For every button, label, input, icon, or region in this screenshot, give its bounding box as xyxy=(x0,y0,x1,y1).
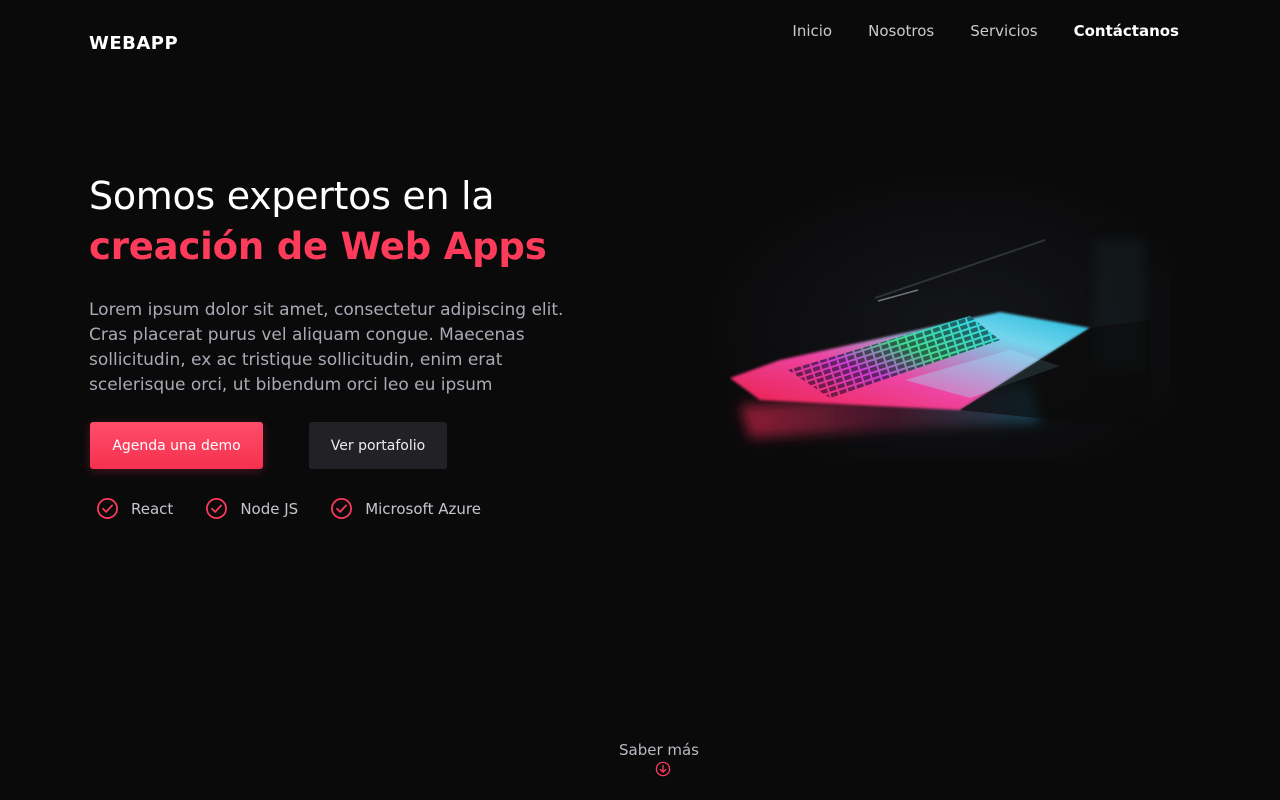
cta-buttons: Agenda una demo Ver portafolio xyxy=(90,422,447,469)
schedule-demo-button[interactable]: Agenda una demo xyxy=(90,422,263,469)
tech-label: Microsoft Azure xyxy=(365,499,481,518)
hero-title-highlight: creación de Web Apps xyxy=(89,225,547,268)
technology-list: React Node JS Microsoft Azure xyxy=(96,497,481,520)
check-circle-icon xyxy=(331,498,353,519)
check-circle-icon xyxy=(97,498,118,519)
learn-more-link[interactable]: Saber más xyxy=(0,740,1280,777)
nav-item-inicio[interactable]: Inicio xyxy=(792,21,832,41)
hero-section: Somos expertos en la creación de Web App… xyxy=(89,170,609,415)
hero-description: Lorem ipsum dolor sit amet, consectetur … xyxy=(89,300,564,395)
tech-label: Node JS xyxy=(240,499,299,518)
tech-item-nodejs: Node JS xyxy=(205,497,298,520)
tech-label: React xyxy=(131,499,174,518)
nav-item-servicios[interactable]: Servicios xyxy=(970,21,1037,41)
nav-item-contactanos[interactable]: Contáctanos xyxy=(1074,21,1179,41)
laptop-image xyxy=(700,170,1170,460)
tech-item-azure: Microsoft Azure xyxy=(330,497,481,520)
main-nav: Inicio Nosotros Servicios Contáctanos xyxy=(792,21,1179,41)
tech-item-react: React xyxy=(96,497,173,520)
view-portfolio-button[interactable]: Ver portafolio xyxy=(309,422,447,469)
arrow-down-circle-icon xyxy=(655,761,671,777)
logo[interactable]: WEBAPP xyxy=(89,33,178,54)
nav-item-nosotros[interactable]: Nosotros xyxy=(868,21,934,41)
landing-page: WEBAPP Inicio Nosotros Servicios Contáct… xyxy=(0,0,1280,800)
learn-more-label: Saber más xyxy=(618,741,700,759)
check-circle-icon xyxy=(206,498,228,519)
hero-title: Somos expertos en la xyxy=(89,174,495,218)
